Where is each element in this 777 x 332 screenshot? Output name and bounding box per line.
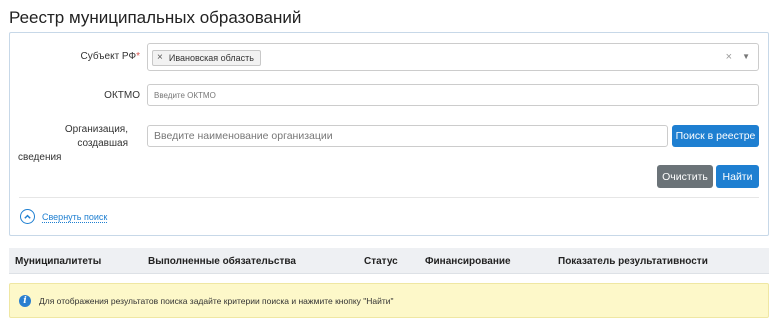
registry-search-button[interactable]: Поиск в реестре [672, 125, 759, 147]
subject-select[interactable]: × Ивановская область × ▼ [147, 43, 759, 71]
find-button[interactable]: Найти [716, 165, 759, 188]
oktmo-input[interactable] [147, 84, 759, 106]
selected-subject-text: Ивановская область [168, 53, 254, 63]
organization-label-line1: Организация, создавшая [64, 124, 128, 149]
selected-subject-chip: × Ивановская область [152, 50, 261, 66]
required-mark: * [136, 51, 140, 62]
column-header-performance[interactable]: Показатель результативности [558, 256, 708, 267]
info-notice: i Для отображения результатов поиска зад… [9, 283, 769, 318]
oktmo-label: ОКТМО [104, 90, 140, 101]
organization-label: Организация, создавшая сведения [18, 123, 128, 165]
panel-divider [19, 197, 759, 198]
clear-selection-icon[interactable]: × [726, 51, 732, 63]
column-header-financing[interactable]: Финансирование [425, 256, 511, 267]
collapse-search-text: Свернуть поиск [42, 211, 108, 222]
page-title: Реестр муниципальных образований [9, 8, 302, 27]
subject-label-text: Субъект РФ [80, 51, 137, 62]
collapse-search-link[interactable]: Свернуть поиск [20, 209, 107, 224]
chevron-up-icon [20, 209, 35, 224]
clear-button[interactable]: Очистить [657, 165, 713, 188]
column-header-obligations[interactable]: Выполненные обязательства [148, 256, 296, 267]
search-panel: Субъект РФ* × Ивановская область × ▼ ОКТ… [9, 32, 769, 236]
organization-input[interactable] [147, 125, 668, 147]
info-message: Для отображения результатов поиска задай… [39, 295, 394, 306]
organization-label-line2: сведения [18, 152, 62, 163]
dropdown-caret-icon[interactable]: ▼ [742, 52, 750, 61]
column-header-municipalities[interactable]: Муниципалитеты [15, 256, 101, 267]
column-header-status[interactable]: Статус [364, 256, 398, 267]
subject-label: Субъект РФ* [28, 50, 140, 64]
info-icon: i [19, 294, 31, 307]
chip-remove-icon[interactable]: × [157, 51, 163, 65]
results-table-header: Муниципалитеты Выполненные обязательства… [9, 248, 769, 274]
